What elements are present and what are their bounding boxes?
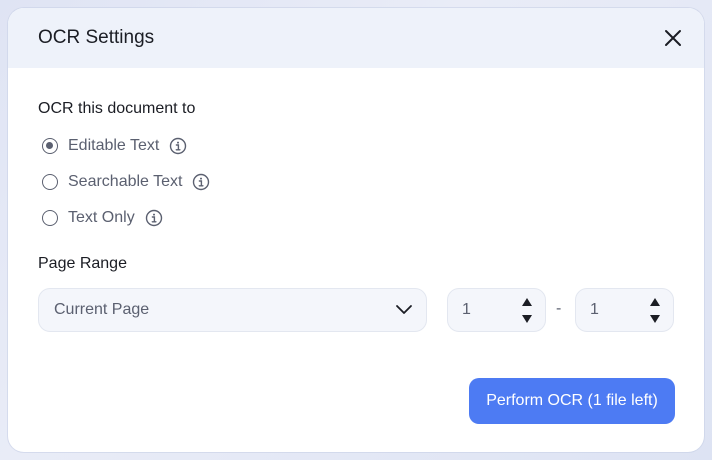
radio-label: Editable Text [68,137,160,154]
radio-button-checked[interactable] [42,138,58,154]
page-range-select[interactable]: Current Page [38,288,427,332]
radio-label: Searchable Text [68,173,183,190]
ocr-settings-dialog: OCR Settings OCR this document to Editab… [8,8,704,452]
dialog-header: OCR Settings [8,8,704,68]
radio-label: Text Only [68,209,135,226]
radio-button[interactable] [42,174,58,190]
radio-editable-text[interactable]: Editable Text [42,135,187,157]
page-range-label: Page Range [38,255,127,272]
range-separator: - [556,300,562,317]
arrow-down-icon[interactable] [649,314,661,324]
arrow-up-icon[interactable] [521,297,533,307]
ocr-mode-label: OCR this document to [38,100,196,117]
info-icon[interactable] [169,137,187,155]
dialog-title: OCR Settings [38,27,155,48]
page-from-value: 1 [462,301,471,318]
arrow-up-icon[interactable] [649,297,661,307]
arrow-down-icon[interactable] [521,314,533,324]
info-icon[interactable] [192,173,210,191]
page-to-stepper[interactable]: 1 [575,288,674,332]
page-to-value: 1 [590,301,599,318]
page-range-selected-value: Current Page [54,301,150,318]
info-icon[interactable] [145,209,163,227]
radio-text-only[interactable]: Text Only [42,207,163,229]
close-icon[interactable] [662,27,684,49]
radio-searchable-text[interactable]: Searchable Text [42,171,210,193]
page-from-stepper[interactable]: 1 [447,288,546,332]
perform-ocr-button[interactable]: Perform OCR (1 file left) [469,378,675,424]
radio-button[interactable] [42,210,58,226]
chevron-down-icon [396,305,412,314]
